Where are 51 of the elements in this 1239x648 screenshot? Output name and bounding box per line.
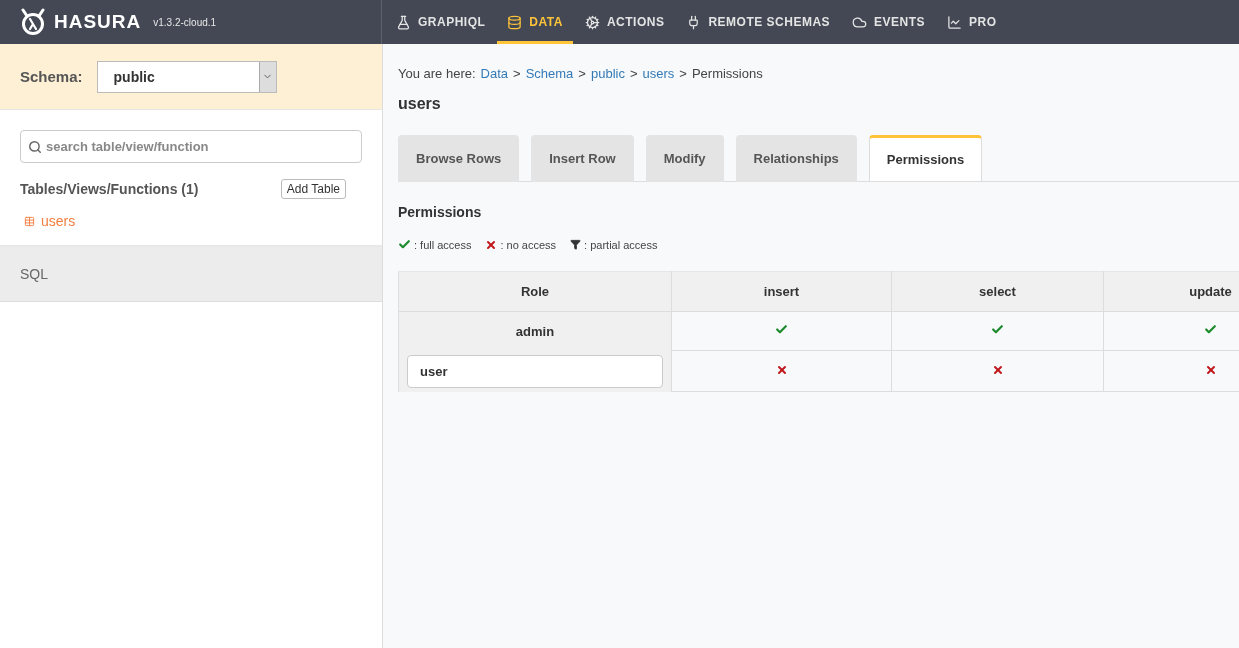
tab[interactable]: Browse Rows bbox=[398, 135, 520, 182]
breadcrumb-link[interactable]: Data bbox=[480, 66, 509, 81]
legend-label: : partial access bbox=[584, 238, 658, 251]
breadcrumb-link[interactable]: users bbox=[642, 66, 675, 81]
page-title: users bbox=[398, 95, 442, 113]
column-header: Role bbox=[398, 271, 672, 312]
search-field[interactable]: search table/view/function bbox=[20, 130, 362, 163]
breadcrumb-separator: > bbox=[629, 66, 638, 81]
breadcrumb-prefix: You are here: bbox=[398, 66, 476, 81]
role-input[interactable]: user bbox=[407, 354, 663, 388]
gear-icon bbox=[584, 14, 600, 30]
search-icon bbox=[28, 140, 42, 154]
column-header: select bbox=[891, 271, 1104, 312]
brand-name: HASURA bbox=[54, 11, 142, 33]
chart-icon bbox=[947, 14, 963, 30]
breadcrumb-separator: > bbox=[578, 66, 586, 81]
filter-icon bbox=[570, 239, 582, 250]
nav-item[interactable]: EVENTS bbox=[842, 0, 936, 44]
nav-item[interactable]: ACTIONS bbox=[574, 0, 675, 44]
breadcrumb-separator: > bbox=[513, 66, 521, 81]
tab[interactable]: Modify bbox=[645, 135, 724, 182]
sql-link[interactable]: SQL bbox=[0, 246, 382, 302]
add-table-button[interactable]: Add Table bbox=[280, 179, 346, 199]
tab[interactable]: Insert Row bbox=[531, 135, 634, 182]
cross-icon bbox=[485, 238, 498, 251]
breadcrumb-link[interactable]: public bbox=[590, 66, 625, 81]
nav-item[interactable]: GRAPHIQL bbox=[386, 0, 496, 44]
tab[interactable]: Relationships bbox=[735, 135, 857, 182]
schema-select[interactable]: public bbox=[96, 60, 277, 93]
nav-item[interactable]: REMOTE SCHEMAS bbox=[676, 0, 841, 44]
section-title: Permissions bbox=[398, 204, 483, 220]
database-icon bbox=[507, 14, 523, 30]
column-header: update bbox=[1103, 271, 1239, 312]
schema-label: Schema: bbox=[20, 68, 83, 85]
legend-label: : no access bbox=[500, 238, 557, 251]
flask-icon bbox=[396, 14, 411, 30]
nav-item[interactable]: PRO bbox=[937, 0, 1007, 44]
breadcrumb-link[interactable]: Schema bbox=[525, 66, 574, 81]
column-header: insert bbox=[671, 271, 892, 312]
version-label: v1.3.2-cloud.1 bbox=[153, 16, 217, 28]
legend-label: : full access bbox=[414, 238, 472, 251]
table-icon bbox=[24, 215, 35, 227]
breadcrumb-separator: > bbox=[679, 66, 687, 81]
tables-heading: Tables/Views/Functions (1) bbox=[20, 181, 199, 197]
cloud-icon bbox=[852, 14, 868, 30]
check-icon bbox=[398, 238, 411, 251]
nav-item[interactable]: DATA bbox=[497, 0, 573, 44]
breadcrumb-current: Permissions bbox=[691, 66, 763, 81]
tab[interactable]: Permissions bbox=[868, 135, 983, 182]
logo-icon bbox=[20, 8, 46, 36]
role-cell: admin bbox=[398, 311, 672, 351]
